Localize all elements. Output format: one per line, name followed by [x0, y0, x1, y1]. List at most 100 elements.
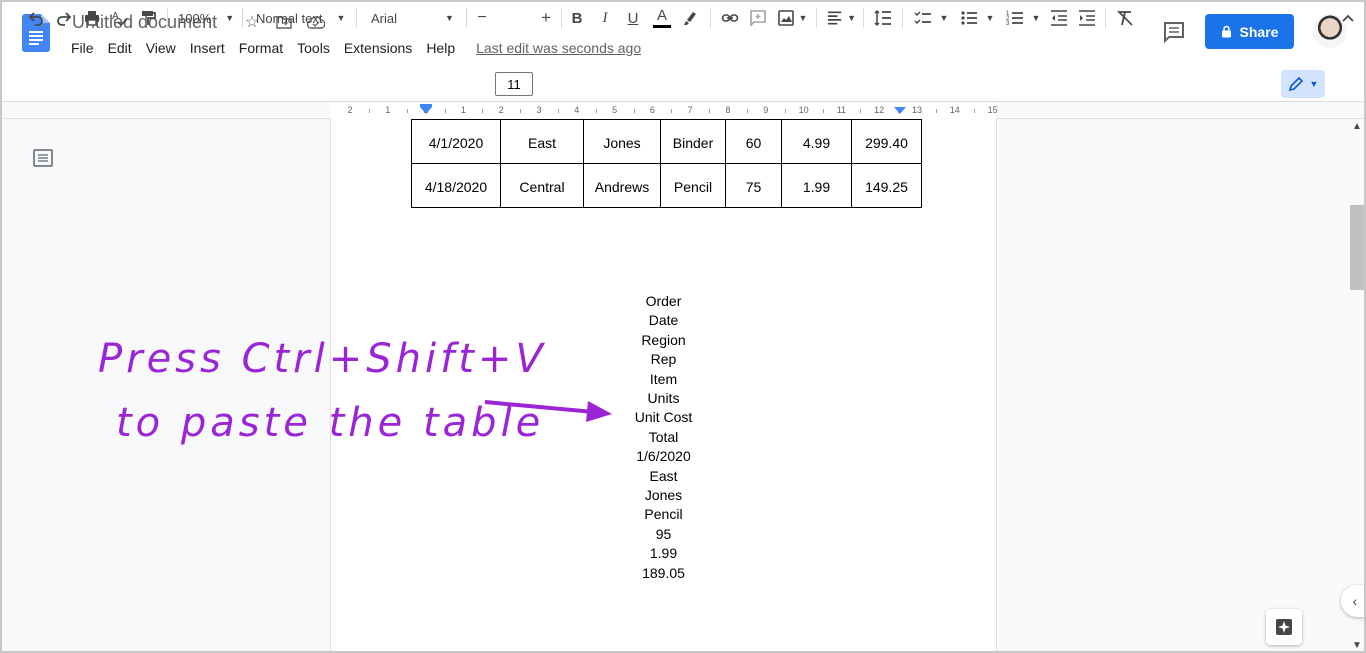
- paint-format-icon[interactable]: [138, 6, 158, 30]
- data-table[interactable]: 4/1/2020 East Jones Binder 60 4.99 299.40 4/18/…: [411, 119, 922, 208]
- ruler-number: 3: [536, 105, 542, 115]
- menu-view[interactable]: View: [139, 38, 183, 58]
- pasted-text-line[interactable]: Pencil: [600, 505, 727, 524]
- print-icon[interactable]: [82, 6, 102, 30]
- line-spacing-icon[interactable]: [873, 6, 893, 30]
- menu-tools[interactable]: Tools: [290, 38, 337, 58]
- spellcheck-icon[interactable]: A: [110, 6, 130, 30]
- ruler-number: 9: [763, 105, 769, 115]
- pasted-text-line[interactable]: Item: [600, 370, 727, 389]
- left-indent-marker[interactable]: [420, 107, 432, 114]
- pasted-text-line[interactable]: Region: [600, 331, 727, 350]
- italic-icon[interactable]: I: [595, 6, 615, 30]
- pasted-text-line[interactable]: Rep: [600, 350, 727, 369]
- pasted-text-line[interactable]: 189.05: [600, 564, 727, 583]
- hide-menus-chevron-up-icon[interactable]: [1338, 6, 1358, 30]
- pasted-text-line[interactable]: Date: [600, 311, 727, 330]
- ruler-tick: [784, 109, 786, 113]
- table-cell[interactable]: Central: [500, 163, 584, 208]
- editing-mode-button[interactable]: ▼: [1281, 70, 1325, 98]
- last-edit-link[interactable]: Last edit was seconds ago: [476, 38, 641, 58]
- chevron-left-icon: ‹: [1352, 593, 1358, 609]
- underline-icon[interactable]: U: [623, 6, 643, 30]
- pasted-text-line[interactable]: Order: [600, 292, 727, 311]
- add-comment-icon[interactable]: [748, 6, 768, 30]
- table-cell[interactable]: Pencil: [660, 163, 726, 208]
- checklist-icon[interactable]: ▼: [912, 6, 950, 30]
- clear-formatting-icon[interactable]: [1115, 6, 1135, 30]
- chevron-down-icon: ▼: [1309, 79, 1319, 89]
- increase-font-size-button[interactable]: +: [537, 6, 555, 30]
- scroll-up-arrow-icon[interactable]: ▲: [1350, 119, 1364, 133]
- insert-image-icon[interactable]: ▼: [776, 6, 808, 30]
- ruler-number: 13: [911, 105, 923, 115]
- style-select[interactable]: Normal text ▼: [256, 6, 348, 30]
- pasted-text-line[interactable]: Unit Cost: [600, 408, 727, 427]
- pasted-text-line[interactable]: Total: [600, 428, 727, 447]
- table-cell[interactable]: 4/1/2020: [411, 119, 501, 164]
- text-color-icon[interactable]: A: [651, 6, 673, 30]
- table-cell[interactable]: 4.99: [781, 119, 852, 164]
- ruler-tick: [633, 109, 635, 113]
- undo-icon[interactable]: [26, 6, 46, 30]
- bulleted-list-icon[interactable]: ▼: [958, 6, 996, 30]
- table-cell[interactable]: 299.40: [851, 119, 922, 164]
- menu-format[interactable]: Format: [232, 38, 290, 58]
- table-row: 4/1/2020 East Jones Binder 60 4.99 299.40: [411, 119, 922, 164]
- comment-history-icon[interactable]: [1162, 20, 1186, 44]
- font-size-input[interactable]: 11: [495, 72, 533, 96]
- annotation-arrow-icon: [484, 400, 612, 422]
- ruler-number: 6: [649, 105, 655, 115]
- bold-icon[interactable]: B: [567, 6, 587, 30]
- chevron-down-icon: ▼: [939, 13, 949, 23]
- table-cell[interactable]: East: [500, 119, 584, 164]
- ruler[interactable]: 2 1 1 1 2 3 4 5 6 7 8 9 10 11 12 13 14 15: [0, 103, 1366, 119]
- pasted-text-line[interactable]: Jones: [600, 486, 727, 505]
- table-cell[interactable]: Jones: [583, 119, 661, 164]
- font-select[interactable]: Arial ▼: [371, 6, 461, 30]
- menu-insert[interactable]: Insert: [183, 38, 232, 58]
- highlight-color-icon[interactable]: [681, 6, 701, 30]
- zoom-select[interactable]: 100% ▼: [178, 6, 236, 30]
- menu-extensions[interactable]: Extensions: [337, 38, 419, 58]
- decrease-indent-icon[interactable]: [1049, 6, 1069, 30]
- table-cell[interactable]: 4/18/2020: [411, 163, 501, 208]
- pasted-unformatted-text[interactable]: Order Date Region Rep Item Units Unit Cost Tota…: [600, 292, 727, 583]
- table-cell[interactable]: 75: [725, 163, 782, 208]
- show-side-panel-button[interactable]: ‹: [1341, 585, 1366, 617]
- zoom-value: 100%: [178, 10, 212, 26]
- menu-edit[interactable]: Edit: [101, 38, 139, 58]
- ruler-number: 5: [612, 105, 618, 115]
- increase-indent-icon[interactable]: [1077, 6, 1097, 30]
- pasted-text-line[interactable]: East: [600, 467, 727, 486]
- table-cell[interactable]: Andrews: [583, 163, 661, 208]
- redo-icon[interactable]: [54, 6, 74, 30]
- numbered-list-icon[interactable]: 1 2 3 ▼: [1004, 6, 1042, 30]
- table-cell[interactable]: 149.25: [851, 163, 922, 208]
- pasted-text-line[interactable]: 1.99: [600, 544, 727, 563]
- document-outline-icon[interactable]: [33, 149, 53, 167]
- ruler-tick: [482, 109, 484, 113]
- scrollbar-thumb[interactable]: [1350, 205, 1364, 290]
- menu-file[interactable]: File: [64, 38, 101, 58]
- menu-help[interactable]: Help: [419, 38, 462, 58]
- pasted-text-line[interactable]: 1/6/2020: [600, 447, 727, 466]
- share-button[interactable]: Share: [1205, 14, 1294, 49]
- table-cell[interactable]: Binder: [660, 119, 726, 164]
- decrease-font-size-button[interactable]: −: [473, 6, 491, 30]
- vertical-scrollbar[interactable]: [1349, 119, 1364, 653]
- table-cell[interactable]: 1.99: [781, 163, 852, 208]
- chevron-down-icon: ▼: [847, 13, 856, 23]
- table-cell[interactable]: 60: [725, 119, 782, 164]
- insert-link-icon[interactable]: [720, 6, 740, 30]
- table-row: 4/18/2020 Central Andrews Pencil 75 1.99 149.2…: [411, 163, 922, 208]
- explore-button[interactable]: [1266, 609, 1302, 645]
- scroll-down-arrow-icon[interactable]: ▼: [1350, 638, 1364, 652]
- ruler-number: 11: [836, 105, 847, 115]
- align-icon[interactable]: ▼: [826, 6, 856, 30]
- right-indent-marker[interactable]: [894, 107, 906, 114]
- pasted-text-line[interactable]: Units: [600, 389, 727, 408]
- ruler-tick: [822, 109, 824, 113]
- pasted-text-line[interactable]: 95: [600, 525, 727, 544]
- chevron-down-icon: ▼: [336, 13, 346, 23]
